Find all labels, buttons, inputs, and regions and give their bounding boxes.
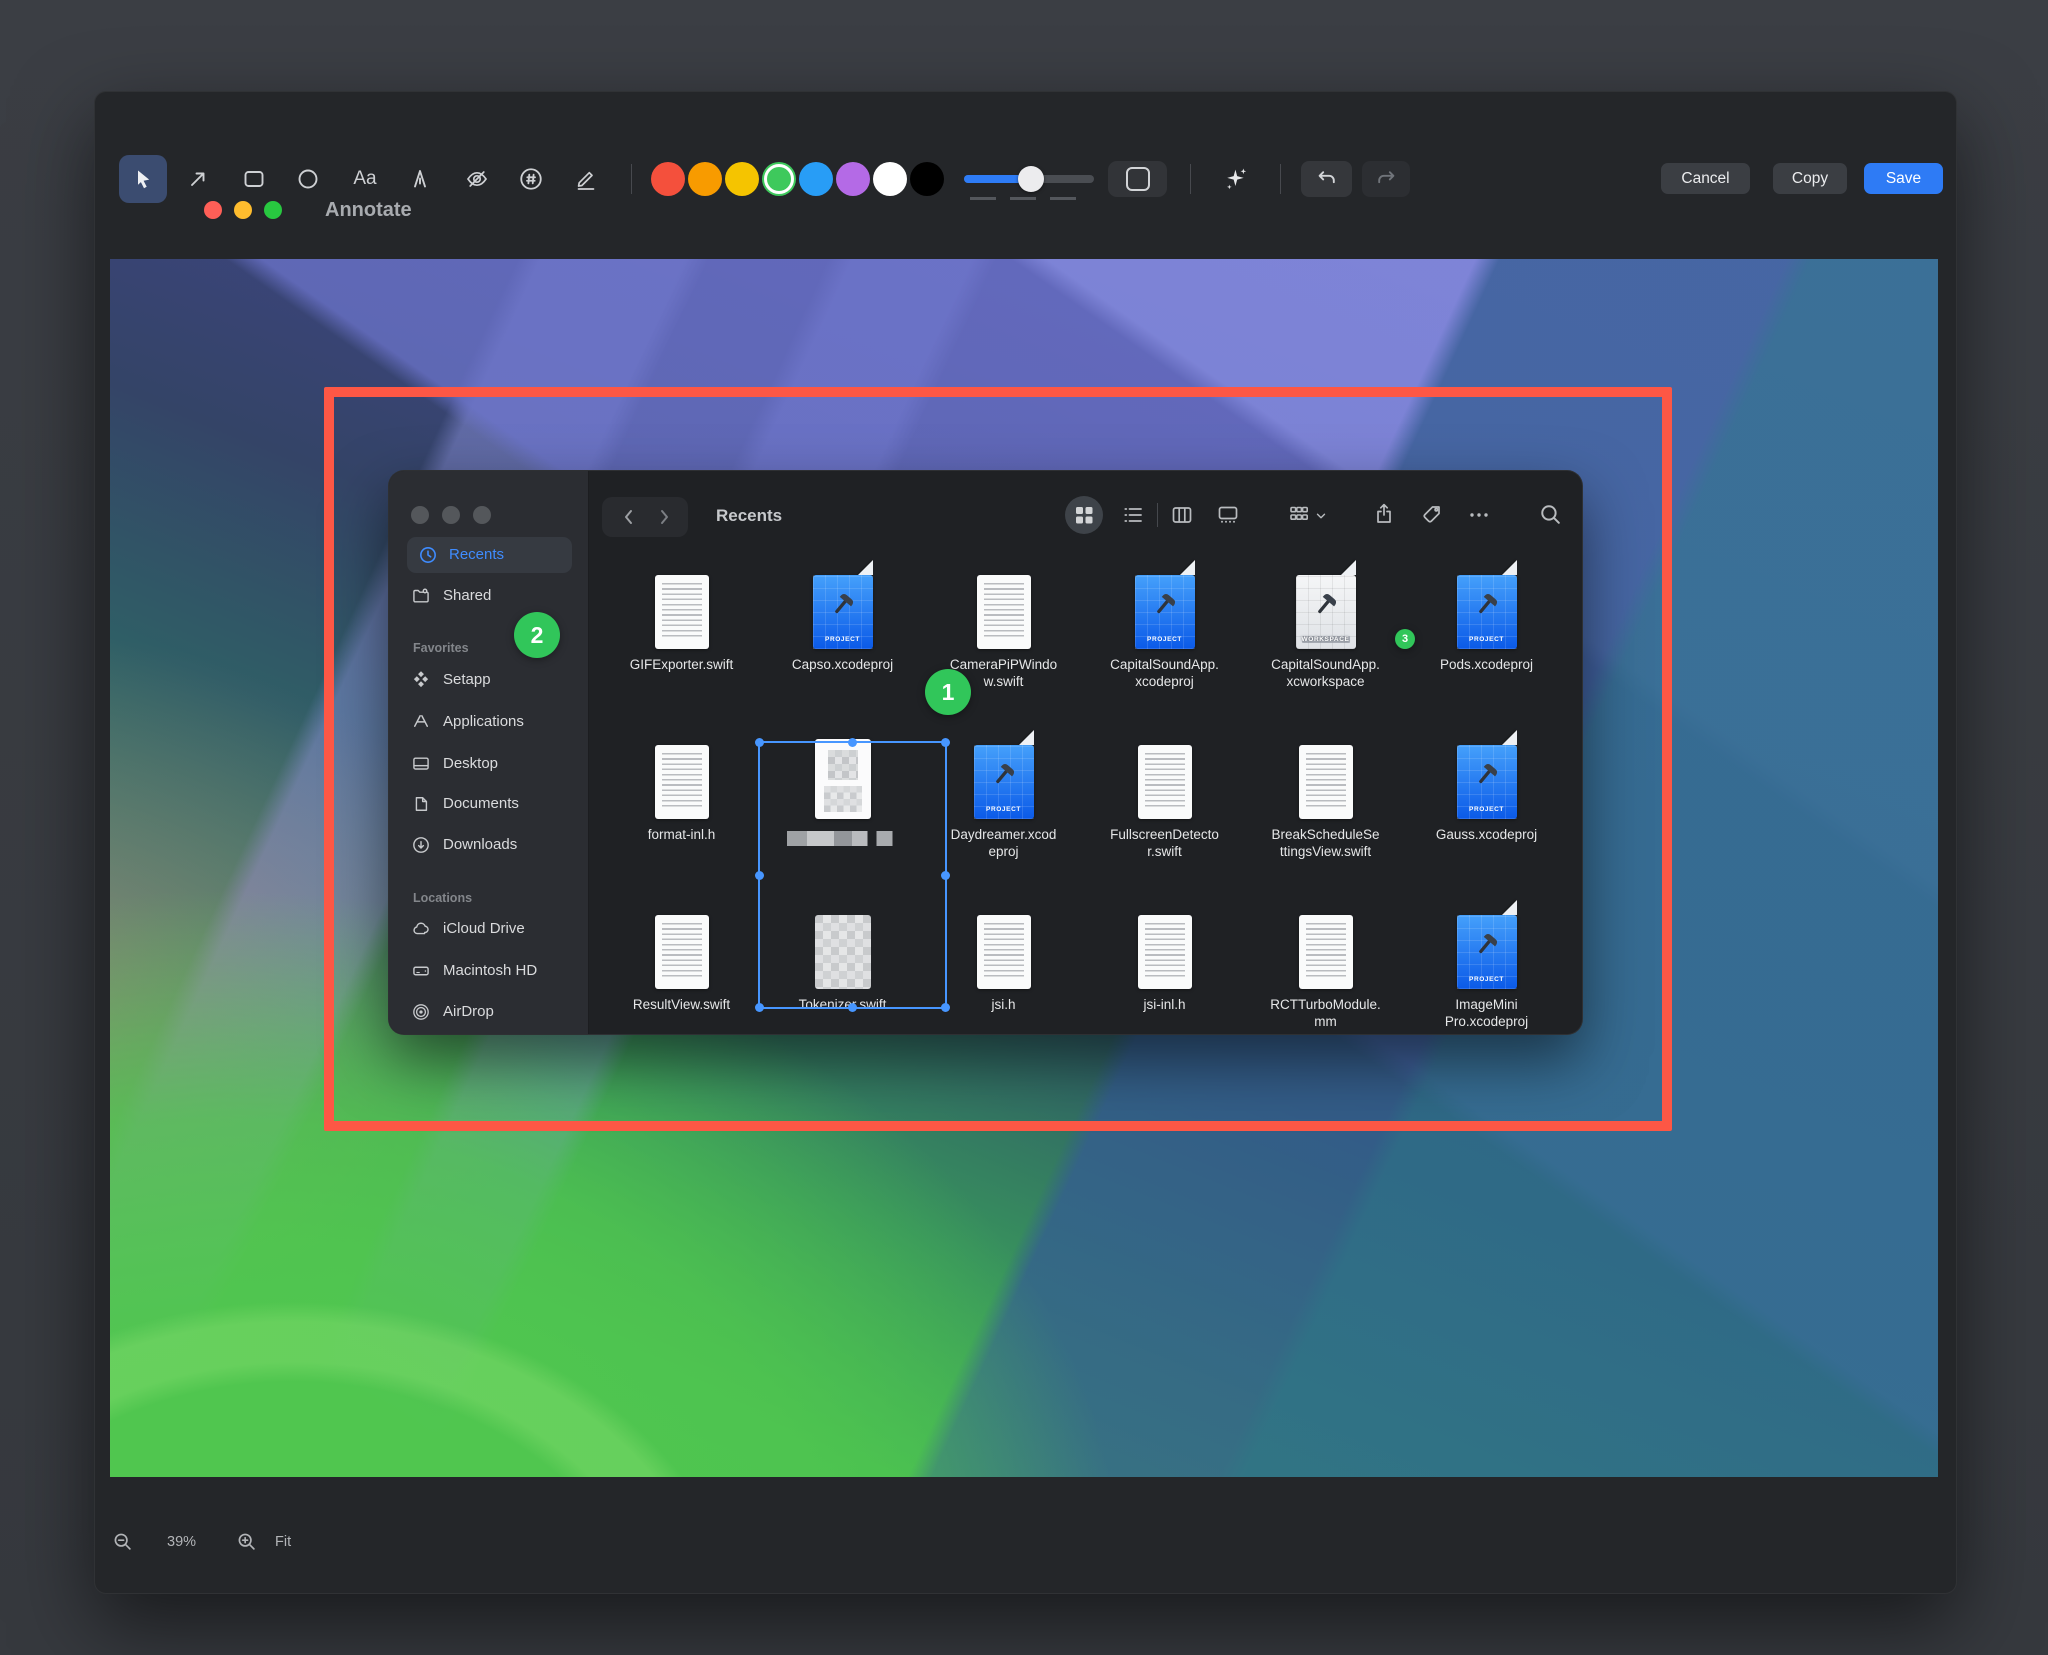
zoom-level-value: 39%	[167, 1534, 196, 1550]
shape-style-button[interactable]	[1108, 161, 1167, 197]
cursor-icon	[131, 167, 155, 191]
color-swatch[interactable]	[762, 162, 796, 196]
zoom-out-icon[interactable]	[112, 1531, 134, 1553]
eye-slash-icon	[465, 167, 489, 191]
blur-tool-button[interactable]	[455, 157, 499, 201]
counter-tool-button[interactable]	[509, 157, 553, 201]
cancel-button[interactable]: Cancel	[1661, 163, 1750, 194]
number-counter-icon	[518, 166, 544, 192]
copy-button[interactable]: Copy	[1773, 163, 1847, 194]
arrow-icon	[186, 167, 210, 191]
counter-badge-2[interactable]: 2	[514, 612, 560, 658]
draw-tool-button[interactable]	[564, 157, 608, 201]
counter-badge-1[interactable]: 1	[925, 669, 971, 715]
color-swatch[interactable]	[836, 162, 870, 196]
pen-nib-icon	[408, 167, 432, 191]
redo-button[interactable]	[1362, 161, 1410, 197]
color-swatch[interactable]	[651, 162, 685, 196]
rectangle-tool-button[interactable]	[232, 157, 276, 201]
slider-ticks	[970, 197, 1088, 200]
ellipse-tool-button[interactable]	[286, 157, 330, 201]
rounded-square-icon	[1126, 167, 1150, 191]
text-tool-icon: Aa	[353, 168, 376, 190]
redo-icon	[1374, 167, 1398, 191]
pencil-icon	[574, 167, 598, 191]
fit-button[interactable]: Fit	[275, 1534, 291, 1550]
stroke-width-slider[interactable]	[964, 175, 1094, 183]
ellipse-icon	[296, 167, 320, 191]
annotate-app-screen: Annotate Aa	[0, 0, 2048, 1655]
color-swatch[interactable]	[725, 162, 759, 196]
arrow-tool-button[interactable]	[176, 157, 220, 201]
status-bar: 39% Fit	[94, 1477, 1955, 1592]
pen-tool-button[interactable]	[398, 157, 442, 201]
counter-badge-3[interactable]: 3	[1395, 629, 1415, 649]
color-swatch[interactable]	[799, 162, 833, 196]
color-swatch[interactable]	[873, 162, 907, 196]
annotation-canvas[interactable]: Recents Shared Favorites Setapp	[110, 259, 1938, 1477]
color-swatch[interactable]	[688, 162, 722, 196]
rectangle-annotation[interactable]	[324, 387, 1672, 1131]
slider-knob[interactable]	[1018, 166, 1044, 192]
color-swatch[interactable]	[910, 162, 944, 196]
rectangle-icon	[242, 167, 266, 191]
select-tool-button[interactable]	[119, 155, 167, 203]
toolbar-divider	[631, 164, 632, 194]
text-tool-button[interactable]: Aa	[343, 157, 387, 201]
toolbar-divider	[1190, 164, 1191, 194]
toolbar-divider	[1280, 164, 1281, 194]
magic-sparkle-button[interactable]	[1222, 165, 1250, 193]
save-button[interactable]: Save	[1864, 163, 1943, 194]
undo-button[interactable]	[1301, 161, 1352, 197]
annotate-toolbar: Aa	[94, 91, 1955, 211]
undo-icon	[1315, 167, 1339, 191]
zoom-in-icon[interactable]	[236, 1531, 258, 1553]
